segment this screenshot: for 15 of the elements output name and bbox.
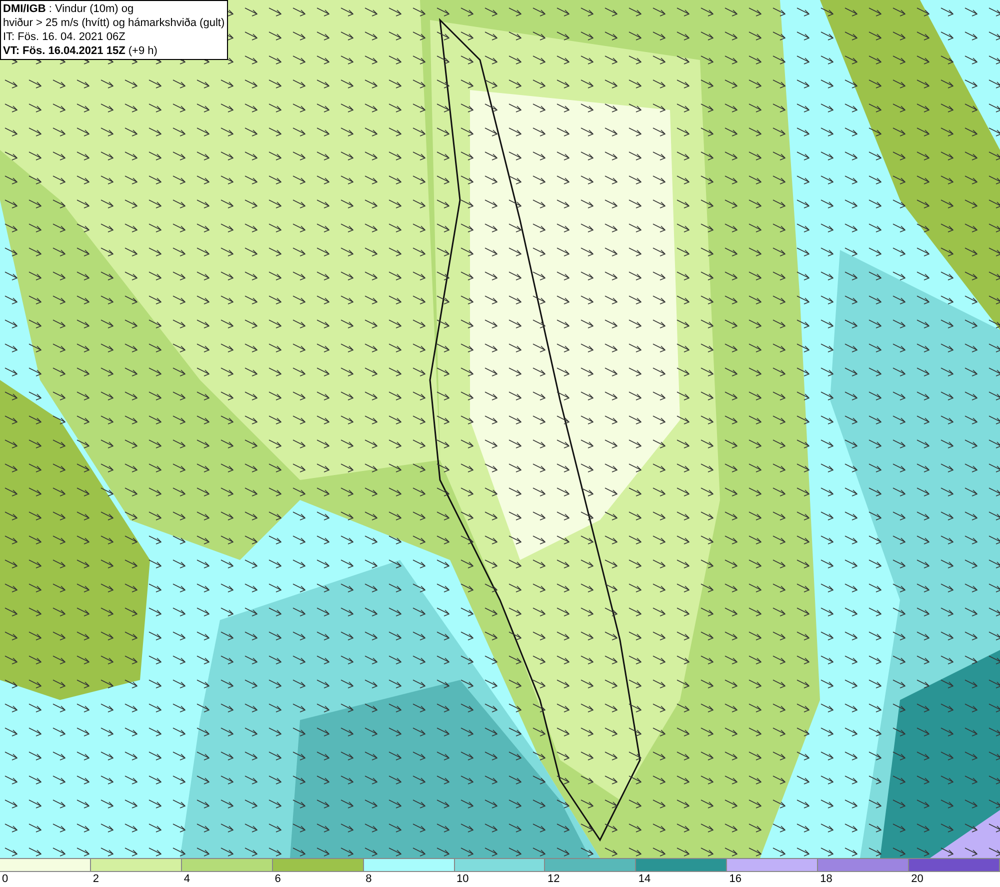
colorbar-tick-label: 2: [92, 872, 100, 886]
info-line: IT: Fös. 16. 04. 2021 06Z: [3, 30, 126, 44]
info-line: VT: Fös. 16.04.2021 15Z (+9 h): [3, 44, 158, 58]
info-line: DMI/IGB : Vindur (10m) og: [3, 2, 135, 16]
colorbar-tick-label: 0: [2, 872, 8, 886]
colorbar-tick-label: 10: [456, 872, 469, 886]
colorbar-tick-label: 20: [911, 872, 924, 886]
colorbar-tick-label: 8: [366, 872, 372, 886]
colorbar-tick-label: 16: [729, 872, 742, 886]
colorbar-tick-label: 18: [820, 872, 832, 886]
colorbar-tick-label: 6: [274, 872, 281, 886]
info-line: hviður > 25 m/s (hvítt) og hámarkshviða (gult): [3, 16, 225, 30]
colorbar-tick-label: 12: [547, 872, 560, 886]
colorbar-tick-label: 14: [638, 872, 651, 886]
colorbar-tick-label: 4: [184, 872, 190, 886]
